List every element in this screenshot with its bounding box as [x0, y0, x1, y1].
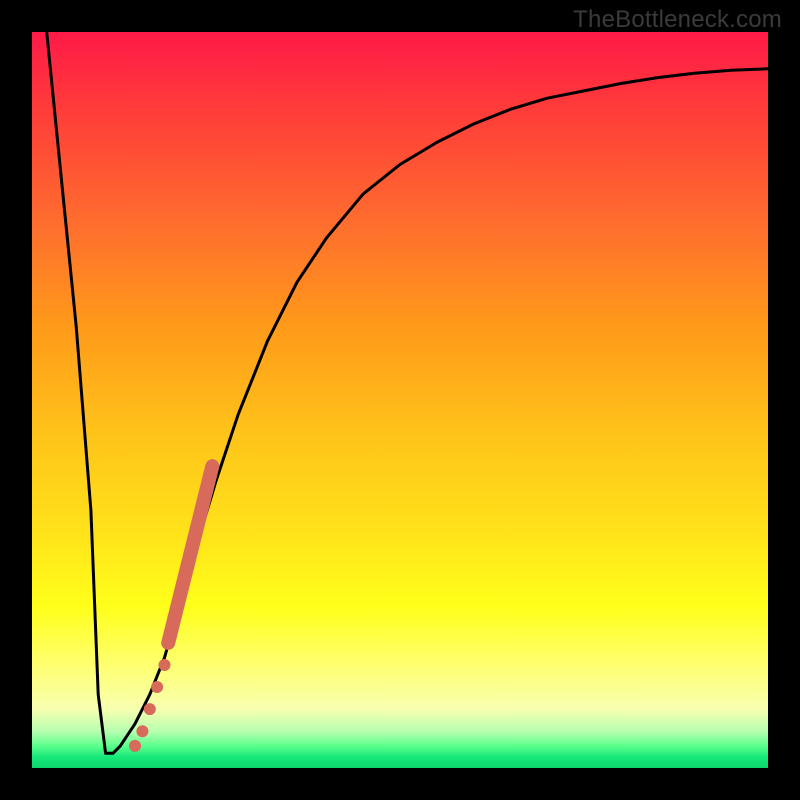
- highlight-band: [168, 466, 212, 643]
- chart-frame: TheBottleneck.com: [0, 0, 800, 800]
- chart-svg: [32, 32, 768, 768]
- highlight-dot-0: [129, 740, 141, 752]
- highlight-dot-1: [136, 725, 148, 737]
- watermark-text: TheBottleneck.com: [573, 6, 782, 34]
- highlight-dot-2: [144, 703, 156, 715]
- main-curve: [47, 32, 768, 753]
- highlight-dot-4: [159, 659, 171, 671]
- plot-area: [32, 32, 768, 768]
- highlight-dot-3: [151, 681, 163, 693]
